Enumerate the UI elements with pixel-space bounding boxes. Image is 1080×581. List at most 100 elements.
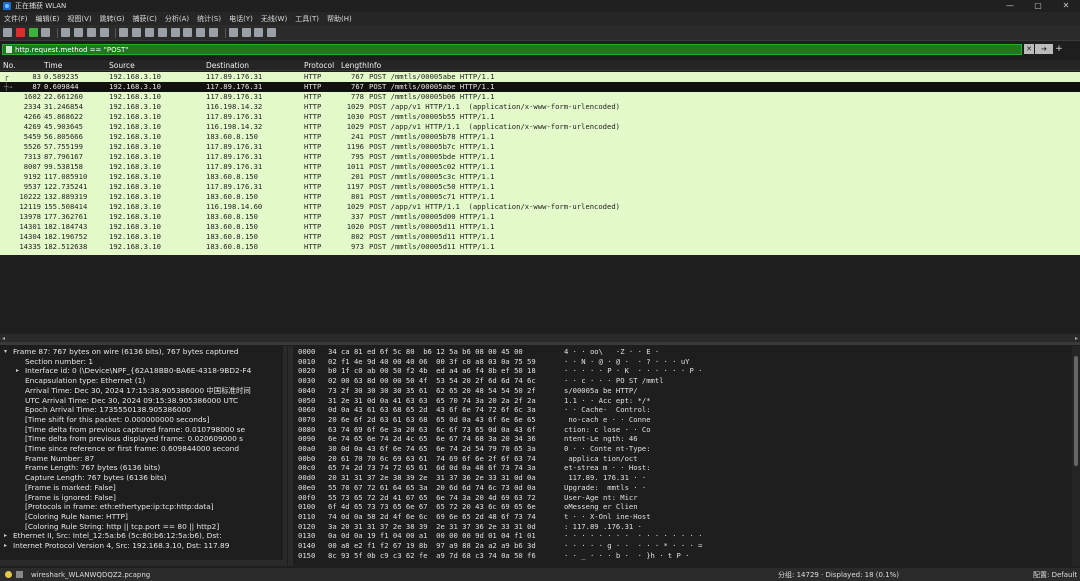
hex-bytes: 63 74 69 6f 6e 3a 20 63 6c 6f 73 65 0d 0…: [328, 424, 536, 434]
col-info[interactable]: Info: [367, 61, 381, 70]
close-button[interactable]: ✕: [1052, 0, 1080, 12]
hex-bytes: 73 2f 30 30 30 30 35 61 62 65 20 48 54 5…: [328, 385, 536, 395]
go-to-packet-icon[interactable]: [157, 28, 167, 37]
packet-bytes-pane[interactable]: 0000 34 ca 81 ed 6f 5c 80 b6 12 5a b6 08 …: [294, 346, 1074, 566]
scroll-thumb[interactable]: [1074, 356, 1078, 466]
cell-destination: 116.198.14.60: [206, 202, 263, 211]
table-row[interactable]: 2334 31.246854 192.168.3.10 116.198.14.32 HT…: [0, 102, 1080, 112]
menu-file[interactable]: 文件(F): [4, 14, 28, 24]
table-row[interactable]: 7313 87.796167 192.168.3.10 117.89.176.31 HT…: [0, 152, 1080, 162]
scroll-right-icon[interactable]: ▸: [1075, 335, 1078, 342]
col-source[interactable]: Source: [109, 61, 135, 70]
table-row[interactable]: 10222 132.889319 192.168.3.10 183.60.8.150 H…: [0, 192, 1080, 202]
resize-columns-icon[interactable]: [267, 28, 277, 37]
conversation-bracket-icon: ┌: [4, 72, 9, 81]
bookmark-icon[interactable]: [6, 46, 12, 53]
packet-list[interactable]: ┌ 83 0.589235 192.168.3.10 117.89.176.31 HTTP…: [0, 72, 1080, 255]
stop-capture-icon[interactable]: [15, 28, 25, 37]
open-file-icon[interactable]: [61, 28, 71, 37]
table-row[interactable]: 9192 117.085910 192.168.3.10 183.60.8.150 HT…: [0, 172, 1080, 182]
details-horizontal-scrollbar[interactable]: [0, 560, 287, 566]
add-filter-button-icon[interactable]: +: [1054, 44, 1064, 54]
packet-details-pane[interactable]: ▾ Frame 87: 767 bytes on wire (6136 bits)…: [0, 346, 287, 561]
menu-go[interactable]: 跳转(G): [100, 14, 125, 24]
menu-help[interactable]: 帮助(H): [327, 14, 352, 24]
bytes-vertical-scrollbar[interactable]: [1072, 346, 1080, 566]
table-row[interactable]: 14335 182.512638 192.168.3.10 183.60.8.150 H…: [0, 242, 1080, 252]
go-back-icon[interactable]: [132, 28, 142, 37]
expert-info-icon[interactable]: [5, 571, 12, 578]
menu-edit[interactable]: 编辑(E): [36, 14, 60, 24]
cell-length: 201: [351, 172, 364, 181]
table-row[interactable]: 12119 155.508414 192.168.3.10 116.198.14.60…: [0, 202, 1080, 212]
hex-offset: 0000: [298, 347, 316, 356]
col-time[interactable]: Time: [44, 61, 62, 70]
hex-offset: 00c0: [298, 463, 316, 473]
start-capture-icon[interactable]: [3, 28, 12, 37]
save-file-icon[interactable]: [73, 28, 83, 37]
table-row[interactable]: 13978 177.362761 192.168.3.10 183.60.8.150 H…: [0, 212, 1080, 222]
table-row[interactable]: 4269 45.903645 192.168.3.10 116.198.14.32 HT…: [0, 122, 1080, 132]
zoom-in-icon[interactable]: [228, 28, 238, 37]
auto-scroll-icon[interactable]: [196, 28, 206, 37]
cell-no: 1602: [23, 92, 41, 101]
table-row[interactable]: 4266 45.868622 192.168.3.10 117.89.176.31 HT…: [0, 112, 1080, 122]
clear-filter-icon[interactable]: ✕: [1024, 44, 1034, 54]
cell-info: POST /mmtls/00005c3c HTTP/1.1: [369, 172, 495, 181]
packet-list-scrollbar[interactable]: ◂ ▸: [0, 334, 1080, 342]
col-no[interactable]: No.: [3, 61, 15, 70]
find-packet-icon[interactable]: [119, 28, 129, 37]
first-packet-icon[interactable]: [170, 28, 180, 37]
table-row[interactable]: ┌ 83 0.589235 192.168.3.10 117.89.176.31 HTTP…: [0, 72, 1080, 82]
col-protocol[interactable]: Protocol: [304, 61, 334, 70]
col-length[interactable]: Length: [341, 61, 367, 70]
hex-bytes: 02 f1 4e 9d 40 00 40 06 00 3f c0 a8 03 0…: [328, 356, 536, 366]
table-row[interactable]: 5459 56.805666 192.168.3.10 183.60.8.150 HTT…: [0, 132, 1080, 142]
details-vertical-scrollbar[interactable]: [283, 346, 287, 560]
table-row[interactable]: 14301 182.184743 192.168.3.10 183.60.8.150 H…: [0, 222, 1080, 232]
expand-down-icon[interactable]: ▾: [4, 347, 7, 357]
table-row-selected[interactable]: ┼→ 87 0.609844 192.168.3.10 117.89.176.31 HTT…: [0, 82, 1080, 92]
hex-ascii: applica tion/oct: [564, 453, 638, 463]
col-destination[interactable]: Destination: [206, 61, 249, 70]
table-row[interactable]: 5526 57.755199 192.168.3.10 117.89.176.31 HT…: [0, 142, 1080, 152]
capture-options-icon[interactable]: [41, 28, 51, 37]
close-file-icon[interactable]: [86, 28, 96, 37]
menu-view[interactable]: 视图(V): [67, 14, 91, 24]
menu-capture[interactable]: 捕获(C): [133, 14, 157, 24]
table-row[interactable]: 1602 22.661260 192.168.3.10 117.89.176.31 HT…: [0, 92, 1080, 102]
menu-statistics[interactable]: 统计(S): [197, 14, 221, 24]
display-filter-input[interactable]: http.request.method == "POST": [2, 44, 1022, 55]
status-profile[interactable]: 配置: Default: [1033, 570, 1077, 580]
hex-bytes: 3a 20 31 31 37 2e 38 39 2e 31 37 36 2e 3…: [328, 521, 536, 531]
menu-wireless[interactable]: 无线(W): [261, 14, 287, 24]
table-row[interactable]: 8007 99.538158 192.168.3.10 117.89.176.31 HT…: [0, 162, 1080, 172]
cell-time: 45.903645: [44, 122, 83, 131]
hex-bytes: 20 31 31 37 2e 38 39 2e 31 37 36 2e 33 3…: [328, 473, 536, 483]
pane-splitter-vertical[interactable]: [288, 346, 293, 566]
apply-filter-icon[interactable]: ➔: [1035, 44, 1053, 54]
last-packet-icon[interactable]: [183, 28, 193, 37]
menu-telephony[interactable]: 电话(Y): [229, 14, 253, 24]
reload-icon[interactable]: [99, 28, 109, 37]
expand-right-icon[interactable]: ▸: [16, 366, 19, 376]
go-forward-icon[interactable]: [144, 28, 154, 37]
normal-size-icon[interactable]: [254, 28, 264, 37]
pane-splitter[interactable]: [0, 342, 1080, 345]
restart-capture-icon[interactable]: [28, 28, 38, 37]
zoom-out-icon[interactable]: [241, 28, 251, 37]
menu-tools[interactable]: 工具(T): [295, 14, 319, 24]
minimize-button[interactable]: —: [996, 0, 1024, 12]
table-row[interactable]: 14304 182.196752 192.168.3.10 183.60.8.150 H…: [0, 232, 1080, 242]
expand-right-icon[interactable]: ▸: [4, 531, 7, 541]
capture-comment-icon[interactable]: [16, 571, 23, 578]
cell-info: POST /mmtls/00005abe HTTP/1.1: [369, 72, 495, 81]
filter-text[interactable]: http.request.method == "POST": [15, 46, 129, 54]
maximize-button[interactable]: ▢: [1024, 0, 1052, 12]
menu-analyze[interactable]: 分析(A): [165, 14, 189, 24]
expand-right-icon[interactable]: ▸: [4, 541, 7, 551]
colorize-icon[interactable]: [208, 28, 218, 37]
table-row[interactable]: 9537 122.735241 192.168.3.10 117.89.176.31 H…: [0, 182, 1080, 192]
cell-no: 5526: [23, 142, 41, 151]
scroll-left-icon[interactable]: ◂: [2, 335, 5, 342]
